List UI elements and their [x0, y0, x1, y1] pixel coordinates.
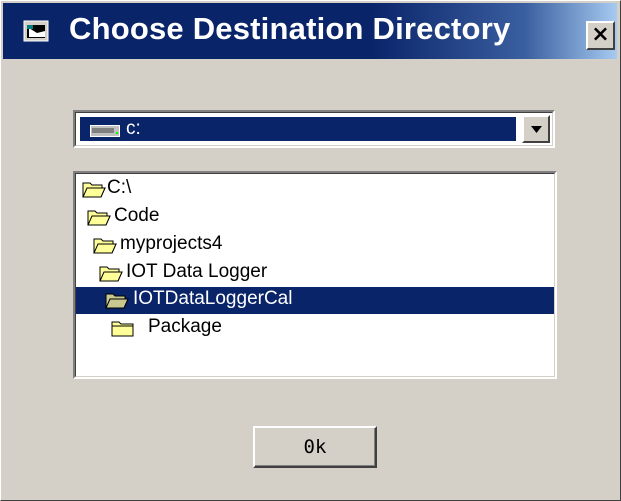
drive-label: c:	[126, 118, 141, 139]
directory-item-label: myprojects4	[120, 233, 223, 254]
directory-item-label: C:\	[107, 177, 132, 198]
open-folder-icon	[82, 179, 106, 199]
directory-item-c-root[interactable]: C:\	[76, 176, 554, 203]
close-icon: ×	[591, 21, 610, 47]
closed-folder-icon	[111, 318, 135, 338]
directory-list[interactable]: C:\ Code myprojects4 IOT Data Logger IOT…	[73, 171, 557, 379]
drive-select-frame: c:	[75, 112, 553, 146]
directory-item-code[interactable]: Code	[76, 204, 554, 231]
choose-directory-dialog: Choose Destination Directory × c: C:\ Co…	[0, 0, 621, 501]
open-folder-icon	[87, 207, 111, 227]
window-title: Choose Destination Directory	[69, 11, 511, 46]
open-folder-icon	[99, 263, 123, 283]
drive-select[interactable]: c:	[73, 110, 555, 148]
app-icon	[23, 19, 53, 45]
directory-item-label: IOTDataLoggerCal	[133, 288, 293, 309]
directory-item-package[interactable]: Package	[76, 315, 554, 342]
title-bar[interactable]: Choose Destination Directory ×	[3, 3, 617, 59]
directory-item-myprojects4[interactable]: myprojects4	[76, 232, 554, 259]
chevron-down-icon	[531, 126, 542, 133]
drive-dropdown-button[interactable]	[522, 115, 550, 143]
open-folder-icon	[93, 235, 117, 255]
open-folder-icon	[105, 290, 129, 310]
ok-button-label: 0k	[303, 436, 327, 458]
drive-icon	[90, 124, 120, 137]
drive-selected-value[interactable]: c:	[80, 117, 516, 141]
close-button[interactable]: ×	[586, 21, 615, 50]
directory-item-label: IOT Data Logger	[126, 261, 268, 282]
ok-button[interactable]: 0k	[253, 426, 377, 468]
directory-list-frame: C:\ Code myprojects4 IOT Data Logger IOT…	[75, 173, 555, 377]
directory-item-label: Package	[148, 316, 222, 337]
directory-item-label: Code	[114, 205, 160, 226]
directory-item-iotdataloggercal[interactable]: IOTDataLoggerCal	[76, 287, 554, 314]
directory-item-iot-data-logger[interactable]: IOT Data Logger	[76, 260, 554, 287]
